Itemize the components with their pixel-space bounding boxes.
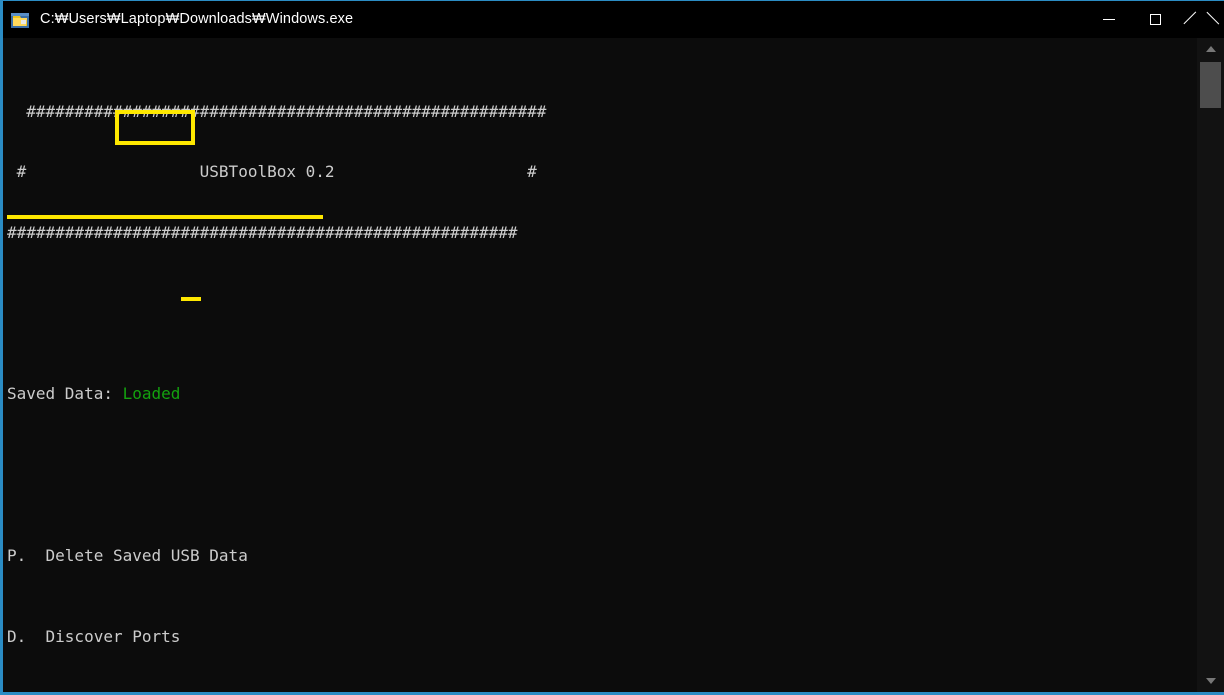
- console-window: C:₩Users₩Laptop₩Downloads₩Windows.exe ##…: [0, 0, 1224, 695]
- menu-label-p: Delete Saved USB Data: [45, 545, 248, 565]
- banner-top-rule: ########################################…: [7, 101, 547, 121]
- title-bar[interactable]: C:₩Users₩Laptop₩Downloads₩Windows.exe: [3, 0, 1224, 39]
- window-controls: [1086, 1, 1224, 39]
- scroll-down-button[interactable]: [1197, 670, 1224, 692]
- menu-item-d[interactable]: D. Discover Ports: [7, 627, 1200, 647]
- scrollbar-track[interactable]: [1197, 60, 1224, 670]
- close-button[interactable]: [1178, 1, 1224, 39]
- scroll-up-button[interactable]: [1197, 38, 1224, 60]
- status-gap: [113, 384, 123, 403]
- vertical-scrollbar[interactable]: [1197, 38, 1224, 692]
- close-icon: [1195, 13, 1208, 26]
- chevron-up-icon: [1205, 46, 1216, 52]
- menu-key-p: P.: [7, 545, 27, 565]
- maximize-button[interactable]: [1132, 1, 1178, 39]
- banner-bottom-rule: ########################################…: [7, 222, 518, 242]
- saved-data-label: Saved Data:: [7, 384, 113, 404]
- chevron-down-icon: [1205, 678, 1216, 684]
- window-title: C:₩Users₩Laptop₩Downloads₩Windows.exe: [40, 10, 354, 27]
- scrollbar-thumb[interactable]: [1200, 62, 1221, 108]
- menu-gap-d: [26, 627, 45, 646]
- menu-item-p[interactable]: P. Delete Saved USB Data: [7, 546, 1200, 566]
- terminal-screen: ########################################…: [3, 38, 1200, 692]
- menu-gap-p: [26, 546, 45, 565]
- menu-key-d: D.: [7, 626, 27, 646]
- menu-label-d: Discover Ports: [45, 626, 181, 646]
- app-icon: [9, 9, 31, 31]
- saved-data-status: Saved Data: Loaded: [7, 384, 1200, 404]
- status-badge: Loaded: [122, 384, 181, 404]
- maximize-icon: [1149, 14, 1161, 25]
- banner-title-line: # USBToolBox 0.2 #: [7, 162, 537, 182]
- minimize-icon: [1103, 19, 1115, 20]
- console-output-area[interactable]: ########################################…: [3, 38, 1200, 692]
- minimize-button[interactable]: [1086, 1, 1132, 39]
